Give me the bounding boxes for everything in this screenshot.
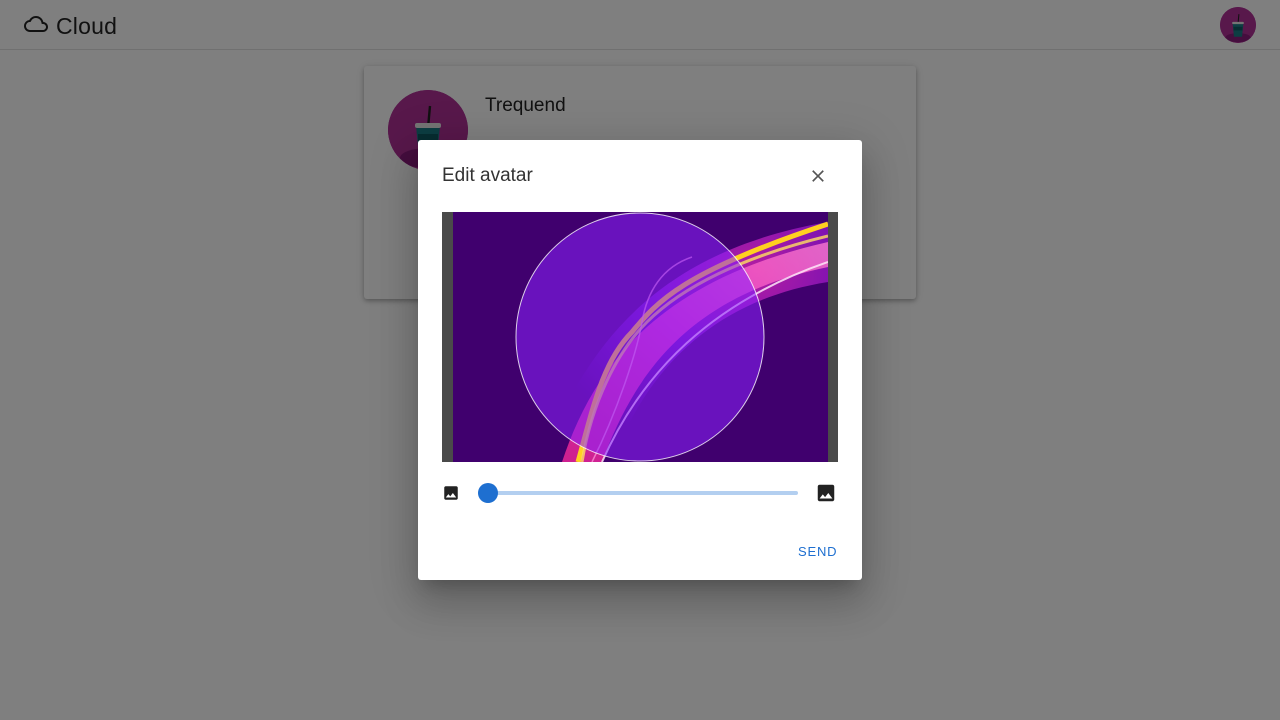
avatar-crop-area[interactable] [442, 212, 838, 462]
image-small-icon [444, 486, 458, 500]
edit-avatar-dialog: Edit avatar SEND [418, 140, 862, 580]
send-button[interactable]: SEND [798, 544, 837, 559]
zoom-control [442, 480, 838, 506]
image-large-icon [817, 484, 835, 502]
dialog-title: Edit avatar [442, 165, 533, 186]
crop-image [453, 212, 828, 462]
close-button[interactable] [804, 162, 832, 190]
zoom-slider-track[interactable] [478, 491, 798, 495]
zoom-slider-thumb[interactable] [477, 483, 498, 503]
close-icon [812, 170, 824, 182]
